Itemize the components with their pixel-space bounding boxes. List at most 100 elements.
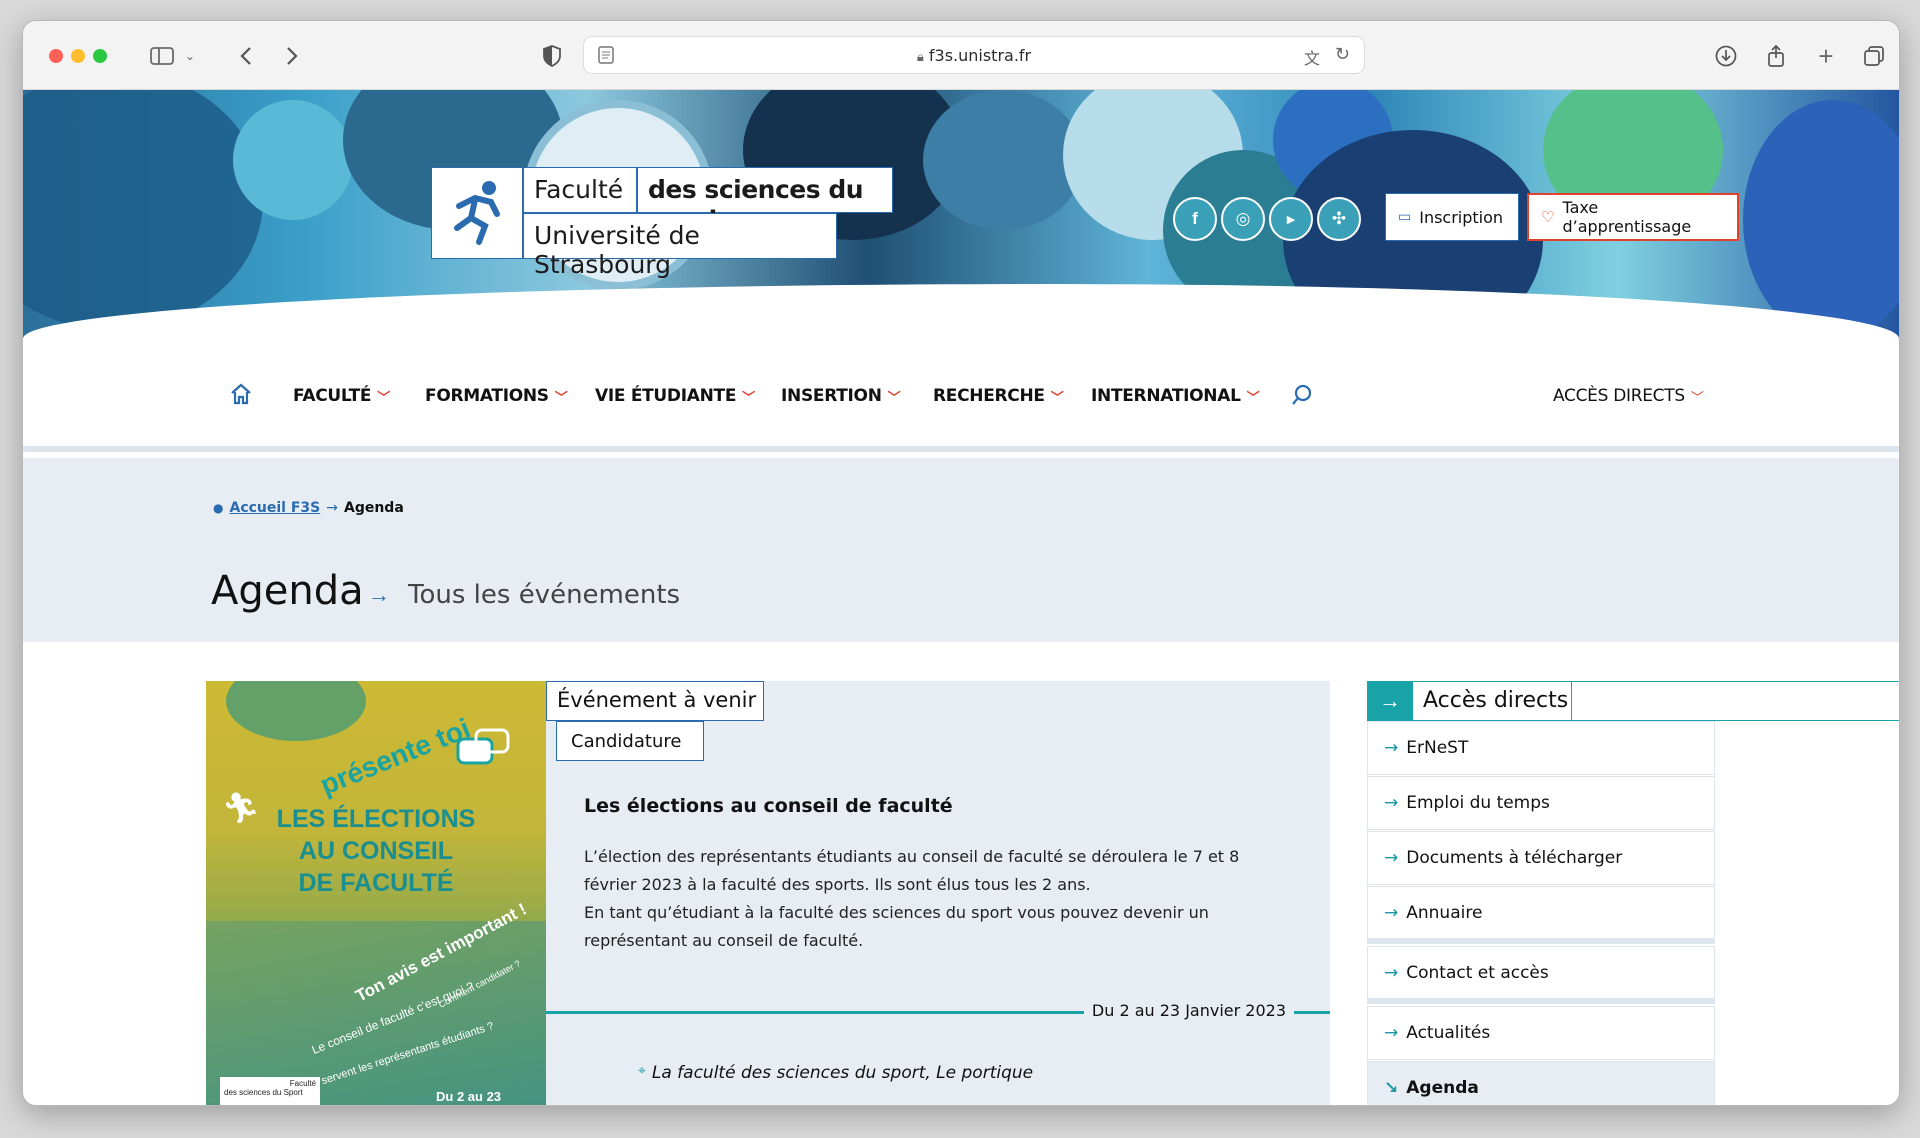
sidebar-item-contact[interactable]: → Contact et accès xyxy=(1367,946,1715,1004)
arrow-right-icon: → xyxy=(1384,962,1399,983)
banner-decor xyxy=(23,90,263,330)
lock-icon: 🔒︎ xyxy=(916,50,924,65)
youtube-icon[interactable]: ▶ xyxy=(1269,197,1313,241)
arrow-right-icon: → xyxy=(1384,848,1399,868)
event-poster-image[interactable]: présente toi 🏃︎ LES ÉLECTIONS AU CONSEIL… xyxy=(206,681,546,1105)
nav-insertion[interactable]: INSERTION ﹀ xyxy=(781,386,901,406)
privacy-shield-icon[interactable] xyxy=(539,43,565,69)
banner-wave xyxy=(23,284,1899,342)
poster-title-line: LES ÉLECTIONS xyxy=(276,805,476,833)
arrow-right-icon: → xyxy=(326,500,338,516)
address-bar[interactable]: 🔒︎ f3s.unistra.fr ⽂ ↻ xyxy=(583,36,1365,74)
url-value: f3s.unistra.fr xyxy=(928,46,1032,65)
poster-footer-text: des sciences du Sport xyxy=(224,1088,303,1097)
header-banner: Faculté des sciences du sport Université… xyxy=(23,90,1899,342)
sidebar-toggle-icon[interactable] xyxy=(149,43,175,69)
event-card[interactable]: Événement à venir Candidature Les électi… xyxy=(546,681,1330,1105)
arrow-right-icon: → xyxy=(1384,793,1399,813)
arrow-right-icon: → xyxy=(1368,682,1412,720)
home-icon[interactable] xyxy=(229,383,253,410)
speech-bubble-icon xyxy=(454,727,512,782)
poster-footer-text: Faculté xyxy=(289,1079,316,1088)
sidebar-item-annuaire[interactable]: → Annuaire xyxy=(1367,886,1715,944)
chevron-down-icon: ﹀ xyxy=(554,390,568,406)
arrow-right-icon: → xyxy=(1384,738,1399,758)
faculty-logo[interactable] xyxy=(431,167,523,259)
event-date: Du 2 au 23 Janvier 2023 xyxy=(1083,1001,1294,1020)
breadcrumb: ● Accueil F3S → Agenda xyxy=(213,500,404,516)
sidebar-item-ernest[interactable]: → ErNeST xyxy=(1367,721,1715,775)
zoom-window-button[interactable] xyxy=(93,49,107,63)
sidebar-item-label: ErNeST xyxy=(1406,738,1469,758)
nav-recherche[interactable]: RECHERCHE ﹀ xyxy=(933,386,1064,406)
nav-acces-directs-label: ACCÈS DIRECTS xyxy=(1553,386,1685,406)
event-description-paragraph: En tant qu’étudiant à la faculté des sci… xyxy=(584,903,1209,950)
logo-universite: Université de Strasbourg xyxy=(523,213,837,279)
poster-footer-logo: Faculté des sciences du Sport xyxy=(220,1077,320,1105)
banner-decor xyxy=(233,100,353,220)
translate-icon[interactable]: ⽂ xyxy=(1304,45,1320,69)
chevron-down-icon[interactable]: ⌄ xyxy=(177,43,203,69)
arrow-right-icon: → xyxy=(368,582,390,607)
tab-overview-icon[interactable] xyxy=(1861,43,1887,69)
event-status-tag: Événement à venir xyxy=(546,681,764,721)
nav-vie-etudiante[interactable]: VIE ÉTUDIANTE ﹀ xyxy=(595,386,755,406)
event-category-tag[interactable]: Candidature xyxy=(556,721,704,761)
inscription-button[interactable]: ▭ Inscription xyxy=(1385,193,1519,241)
forward-button[interactable] xyxy=(279,43,305,69)
logo-faculte: Faculté xyxy=(523,167,637,213)
sidebar-item-documents[interactable]: → Documents à télécharger xyxy=(1367,831,1715,885)
arrow-down-right-icon: ↘ xyxy=(1384,1078,1399,1098)
browser-toolbar: ⌄ 🔒︎ f3s.unistra.fr ⽂ ↻ + xyxy=(23,21,1899,90)
page-subtitle[interactable]: Tous les événements xyxy=(408,580,680,610)
new-tab-icon[interactable]: + xyxy=(1813,41,1839,71)
nav-acces-directs[interactable]: ACCÈS DIRECTS ﹀ xyxy=(1553,386,1704,406)
boxing-glove-decor xyxy=(1743,100,1899,340)
chevron-down-icon: ﹀ xyxy=(887,390,901,406)
sidebar-item-actualites[interactable]: → Actualités xyxy=(1367,1006,1715,1060)
sidebar-title: Accès directs xyxy=(1412,681,1572,721)
sidebar-item-label: Agenda xyxy=(1406,1078,1479,1098)
close-window-button[interactable] xyxy=(49,49,63,63)
minimize-window-button[interactable] xyxy=(71,49,85,63)
breadcrumb-home-link[interactable]: Accueil F3S xyxy=(229,500,320,516)
back-button[interactable] xyxy=(233,43,259,69)
chevron-down-icon: ﹀ xyxy=(377,390,390,406)
page-title: Agenda xyxy=(211,568,364,614)
sidebar-item-agenda[interactable]: ↘ Agenda xyxy=(1367,1061,1715,1105)
sidebar-acces-directs-header: → Accès directs xyxy=(1367,681,1899,721)
poster-title: LES ÉLECTIONS AU CONSEIL DE FACULTÉ xyxy=(206,803,546,899)
heart-icon: ♡ xyxy=(1541,208,1555,226)
poster-title-line: AU CONSEIL xyxy=(298,837,454,865)
event-description-paragraph: L’élection des représentants étudiants a… xyxy=(584,847,1240,894)
location-pin-icon: ⌖ xyxy=(638,1063,646,1079)
sidebar-item-label: Actualités xyxy=(1406,1023,1491,1043)
nav-international[interactable]: INTERNATIONAL ﹀ xyxy=(1091,386,1260,406)
share-icon[interactable] xyxy=(1763,43,1789,69)
facebook-icon[interactable]: f xyxy=(1173,197,1217,241)
instagram-icon[interactable]: ◎ xyxy=(1221,197,1265,241)
nav-formations[interactable]: FORMATIONS ﹀ xyxy=(425,386,568,406)
nav-formations-label: FORMATIONS xyxy=(425,386,549,406)
sidebar-item-label: Documents à télécharger xyxy=(1406,848,1623,868)
event-title[interactable]: Les élections au conseil de faculté xyxy=(584,795,953,817)
nav-faculte-label: FACULTÉ xyxy=(293,386,372,406)
chevron-down-icon: ﹀ xyxy=(1050,390,1064,406)
sidebar-item-label: Contact et accès xyxy=(1406,962,1549,983)
page-hero: ● Accueil F3S → Agenda Agenda → Tous les… xyxy=(23,458,1899,642)
poster-title-line: DE FACULTÉ xyxy=(298,869,454,897)
downloads-icon[interactable] xyxy=(1713,43,1739,69)
taxe-apprentissage-button[interactable]: ♡ Taxe d’apprentissage xyxy=(1527,193,1739,241)
chevron-down-icon: ﹀ xyxy=(1246,390,1260,406)
nav-recherche-label: RECHERCHE xyxy=(933,386,1045,406)
reload-icon[interactable]: ↻ xyxy=(1335,44,1350,65)
sidebar-item-emploi-du-temps[interactable]: → Emploi du temps xyxy=(1367,776,1715,830)
nav-international-label: INTERNATIONAL xyxy=(1091,386,1241,406)
network-icon[interactable]: ✣ xyxy=(1317,197,1361,241)
arrow-right-icon: → xyxy=(1384,1023,1399,1043)
nav-faculte[interactable]: FACULTÉ ﹀ xyxy=(293,386,390,406)
search-icon[interactable] xyxy=(1291,384,1313,411)
sidebar-item-label: Annuaire xyxy=(1406,902,1483,923)
url-text: 🔒︎ f3s.unistra.fr xyxy=(584,46,1364,65)
event-description: L’élection des représentants étudiants a… xyxy=(584,843,1284,955)
